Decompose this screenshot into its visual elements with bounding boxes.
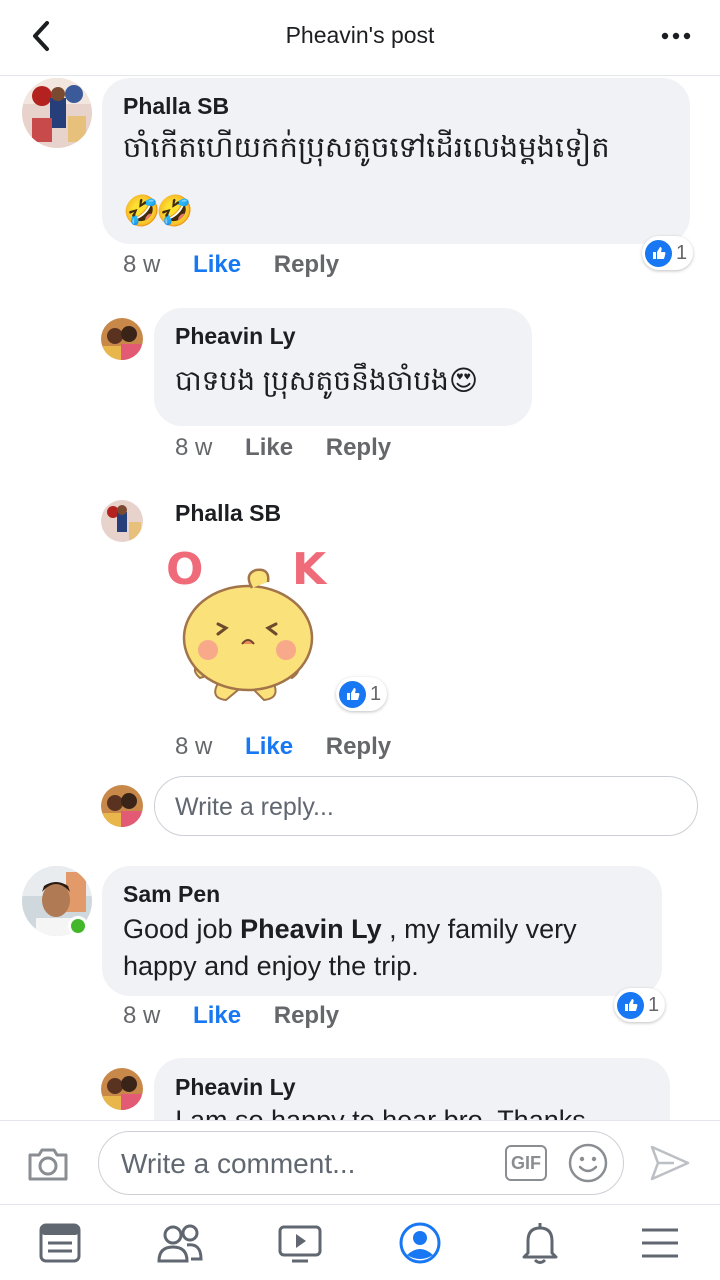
avatar[interactable] [101, 318, 143, 360]
like-button[interactable]: Like [193, 251, 241, 279]
reaction-number: 1 [648, 993, 660, 1016]
like-button[interactable]: Like [245, 733, 293, 761]
watch-icon [278, 1225, 322, 1263]
friends-icon [157, 1224, 203, 1263]
reply-button[interactable]: Reply [274, 251, 339, 279]
sticker-letter: O [166, 544, 203, 595]
profile-icon [399, 1222, 441, 1264]
menu-icon [642, 1228, 678, 1258]
comment-time: 8 w [175, 733, 213, 760]
tab-watch[interactable] [276, 1219, 324, 1267]
reply-input-placeholder: Write a reply... [175, 793, 334, 821]
comment-time: 8 w [123, 251, 161, 278]
sticker-image[interactable]: O K [160, 540, 340, 715]
reaction-number: 1 [370, 682, 382, 705]
reaction-count[interactable]: 1 [336, 677, 388, 711]
comment-author[interactable]: Pheavin Ly [175, 323, 296, 350]
like-reaction-icon [339, 680, 366, 708]
reply-button[interactable]: Reply [274, 1002, 339, 1030]
avatar[interactable] [101, 500, 143, 542]
tab-notifications[interactable] [516, 1219, 564, 1267]
news-feed-icon [39, 1223, 81, 1263]
reaction-count[interactable]: 1 [642, 236, 694, 270]
comment-text-part: Good job [123, 914, 241, 944]
reaction-number: 1 [676, 241, 688, 264]
comment-input-placeholder: Write a comment... [121, 1148, 356, 1179]
comment-text: ចាំកើតហើយកក់ប្រុសតូចទៅដើរលេងម្តងទៀត [123, 132, 610, 164]
comment-author[interactable]: Sam Pen [123, 881, 220, 908]
comment-time: 8 w [123, 1002, 161, 1029]
tab-profile[interactable] [396, 1219, 444, 1267]
like-reaction-icon [645, 239, 672, 267]
smiley-icon [568, 1143, 608, 1183]
comments-list: Phalla SB ចាំកើតហើយកក់ប្រុសតូចទៅដើរលេងម្… [0, 0, 720, 1120]
avatar[interactable] [22, 78, 92, 148]
reply-input[interactable]: Write a reply... [154, 776, 698, 836]
bottom-tab-bar [0, 1204, 720, 1280]
comment-actions: 8 w Like Reply [123, 1002, 339, 1030]
send-icon [650, 1145, 690, 1181]
gif-button[interactable]: GIF [505, 1145, 547, 1181]
reply-button[interactable]: Reply [326, 434, 391, 462]
emoji-button[interactable] [567, 1142, 609, 1184]
mention-link[interactable]: Pheavin Ly [240, 914, 382, 944]
send-button[interactable] [648, 1141, 692, 1185]
reaction-count[interactable]: 1 [614, 988, 666, 1022]
comment-author[interactable]: Pheavin Ly [175, 1074, 296, 1101]
notifications-icon [522, 1223, 558, 1264]
comment-time: 8 w [175, 434, 213, 461]
tab-friends[interactable] [156, 1219, 204, 1267]
online-status-dot [68, 916, 88, 936]
camera-icon [28, 1148, 68, 1181]
comment-text: I am so happy to hear bro. Thanks [175, 1105, 586, 1120]
comment-emoji: 🤣🤣 [123, 195, 194, 228]
like-button[interactable]: Like [245, 434, 293, 462]
comment-text: បាទបង ប្រុសតូចនឹងចាំបង😍 [175, 365, 479, 396]
reply-button[interactable]: Reply [326, 733, 391, 761]
tab-news-feed[interactable] [36, 1219, 84, 1267]
comment-composer: Write a comment... GIF [0, 1120, 720, 1204]
comment-actions: 8 w Like Reply [123, 251, 339, 279]
comment-author[interactable]: Phalla SB [123, 93, 229, 120]
camera-button[interactable] [24, 1139, 72, 1187]
comment-actions: 8 w Like Reply [175, 733, 391, 761]
tab-menu[interactable] [636, 1219, 684, 1267]
comment-text: Good job Pheavin Ly , my family very hap… [123, 911, 653, 985]
sticker-letter: K [292, 544, 328, 595]
comment-author[interactable]: Phalla SB [175, 500, 281, 527]
like-button[interactable]: Like [193, 1002, 241, 1030]
comment-input[interactable]: Write a comment... GIF [98, 1131, 624, 1195]
like-reaction-icon [617, 991, 644, 1019]
avatar [101, 785, 143, 827]
avatar[interactable] [101, 1068, 143, 1110]
comment-actions: 8 w Like Reply [175, 434, 391, 462]
